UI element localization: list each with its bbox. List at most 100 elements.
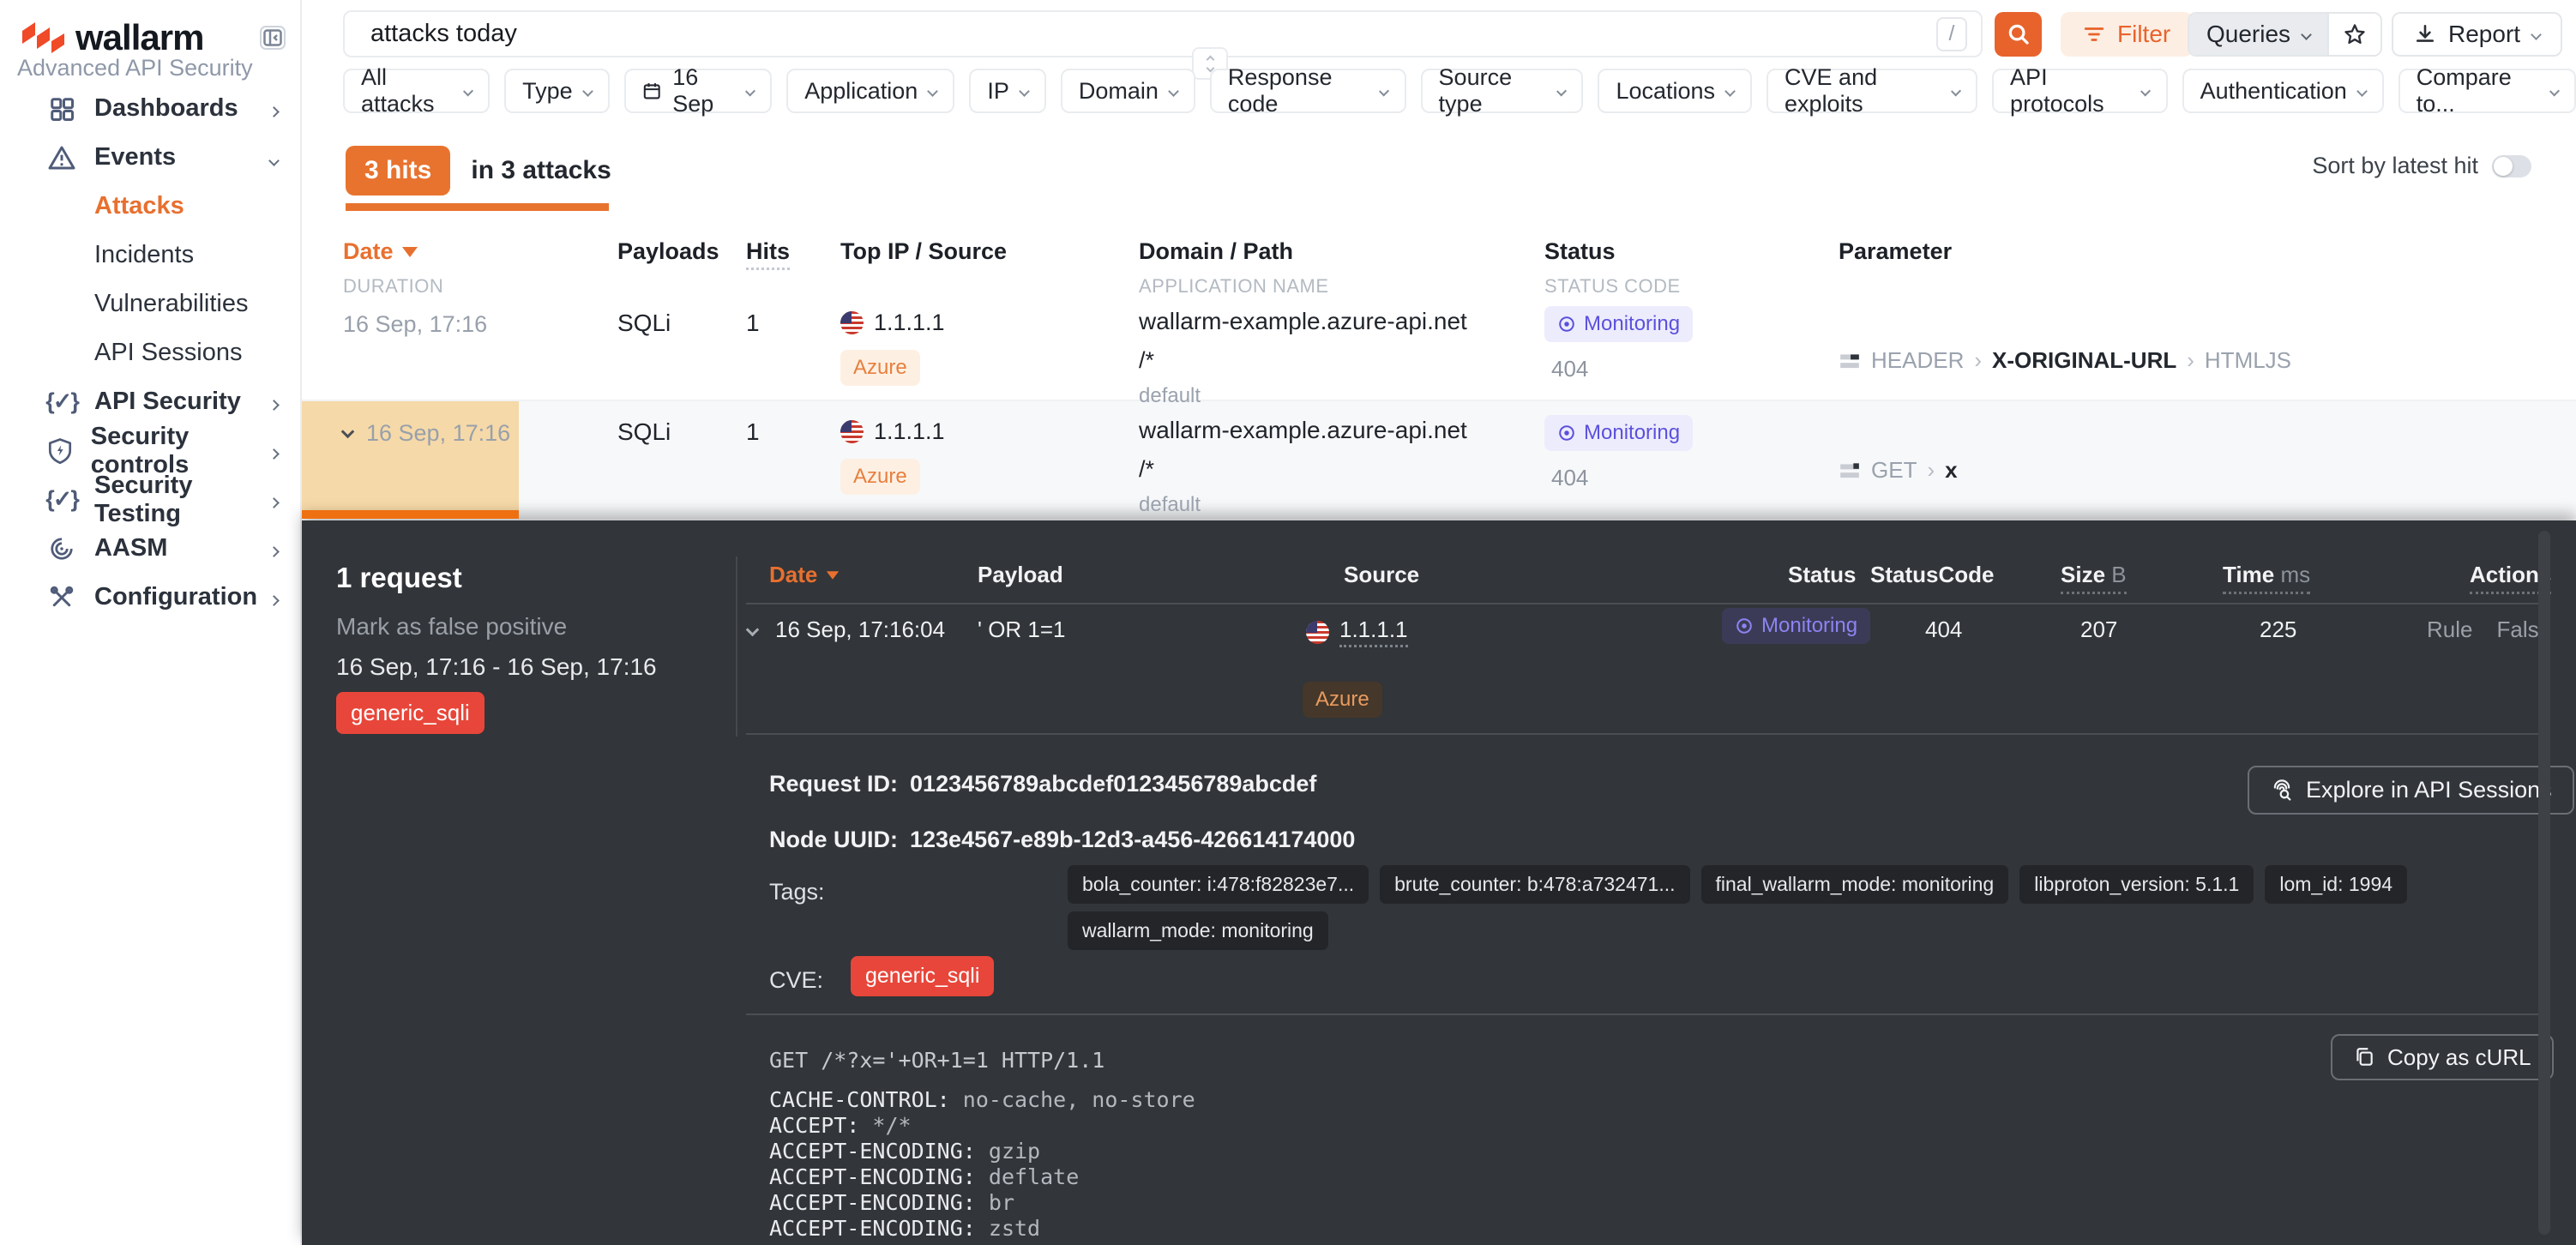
filter-chip-source-type[interactable]: Source type xyxy=(1421,69,1584,113)
filter-chips-row: All attacks Type 16 Sep Application IP D… xyxy=(343,69,2576,113)
filter-chip-type[interactable]: Type xyxy=(504,69,610,113)
sidebar-item-label: Configuration xyxy=(94,583,257,611)
filter-chip-locations[interactable]: Locations xyxy=(1598,69,1752,113)
http-header: ACCEPT-ENCODING: br xyxy=(769,1190,2507,1216)
request-id-line: Request ID:0123456789abcdef0123456789abc… xyxy=(769,771,1316,797)
filter-chip-cve[interactable]: CVE and exploits xyxy=(1766,69,1977,113)
chevron-right-icon xyxy=(270,583,278,611)
parameter-point-icon xyxy=(1839,460,1861,482)
detail-header-divider xyxy=(746,603,2540,604)
attack-hits: 1 xyxy=(746,401,840,519)
monitoring-eye-icon xyxy=(1557,424,1576,442)
application-name: default xyxy=(1139,493,1544,517)
explore-api-sessions-button[interactable]: Explore in API Sessions xyxy=(2248,766,2574,815)
sort-by-latest-hit: Sort by latest hit xyxy=(2312,153,2531,179)
http-header: ACCEPT-ENCODING: zstd xyxy=(769,1216,2507,1242)
status-badge-monitoring[interactable]: Monitoring xyxy=(1544,415,1693,451)
mark-false-positive-link[interactable]: Mark as false positive xyxy=(336,613,567,641)
us-flag-icon xyxy=(1306,621,1329,644)
report-button[interactable]: Report xyxy=(2392,12,2562,57)
sort-toggle[interactable] xyxy=(2492,155,2531,177)
request-status-badge[interactable]: Monitoring xyxy=(1722,608,1870,644)
sidebar-item-vulnerabilities[interactable]: Vulnerabilities xyxy=(0,280,300,328)
filter-chip-date[interactable]: 16 Sep xyxy=(624,69,773,113)
panel-collapse-icon xyxy=(263,29,282,46)
search-input[interactable]: attacks today / xyxy=(343,10,1983,57)
http-header: ACCEPT-LANGUAGE: xyxy=(769,1242,2507,1245)
attack-hits: 1 xyxy=(746,292,840,408)
sidebar-item-aasm[interactable]: AASM xyxy=(0,524,300,573)
request-time: 225 xyxy=(2260,616,2296,643)
column-hits[interactable]: Hits xyxy=(746,238,790,270)
sidebar-item-security-testing[interactable]: {✓} Security Testing xyxy=(0,475,300,524)
attack-row-2-selected[interactable]: 16 Sep, 17:16 SQLi 1 1.1.1.1 Azure walla… xyxy=(302,401,2576,519)
attack-type-tag[interactable]: generic_sqli xyxy=(336,692,485,734)
chevron-right-icon xyxy=(270,94,278,123)
filter-chip-ip[interactable]: IP xyxy=(969,69,1046,113)
sidebar-item-incidents[interactable]: Incidents xyxy=(0,231,300,280)
request-actions: Rule False xyxy=(2427,616,2551,643)
attack-payload-type: SQLi xyxy=(617,292,746,408)
chevron-down-icon xyxy=(270,143,278,171)
source-tag-azure[interactable]: Azure xyxy=(840,350,920,386)
status-badge-monitoring[interactable]: Monitoring xyxy=(1544,306,1693,342)
attack-date: 16 Sep, 17:16 xyxy=(366,420,510,447)
filter-chip-domain[interactable]: Domain xyxy=(1061,69,1195,113)
tag-chip: final_wallarm_mode: monitoring xyxy=(1701,865,2009,904)
tag-chip: wallarm_mode: monitoring xyxy=(1068,911,1328,950)
request-ip[interactable]: 1.1.1.1 xyxy=(1339,616,1408,647)
sidebar-item-label: Security Testing xyxy=(94,472,270,528)
filter-chip-compare-to[interactable]: Compare to... xyxy=(2398,69,2576,113)
star-icon xyxy=(2343,22,2367,46)
detail-column-statuscode: StatusCode xyxy=(1870,562,1994,588)
filter-chip-api-protocols[interactable]: API protocols xyxy=(1992,69,2168,113)
filter-chip-application[interactable]: Application xyxy=(786,69,954,113)
detail-section-divider xyxy=(746,1013,2540,1015)
filter-chip-all-attacks[interactable]: All attacks xyxy=(343,69,490,113)
detail-column-size[interactable]: Size B xyxy=(2061,562,2127,594)
sidebar-item-label: Dashboards xyxy=(94,94,238,123)
favorite-star-button[interactable] xyxy=(2327,14,2380,55)
sort-desc-icon xyxy=(827,571,839,580)
sidebar-item-api-security[interactable]: {✓} API Security xyxy=(0,377,300,426)
tags-list: bola_counter: i:478:f82823e7... brute_co… xyxy=(1068,865,2407,950)
column-domain-path: Domain / Path xyxy=(1139,238,1544,265)
search-button[interactable] xyxy=(1995,12,2042,57)
column-date[interactable]: Date xyxy=(343,238,617,265)
sidebar-item-dashboards[interactable]: Dashboards xyxy=(0,84,300,133)
panel-scrollbar[interactable] xyxy=(2538,531,2550,1235)
warning-triangle-icon xyxy=(46,145,77,171)
filter-chip-authentication[interactable]: Authentication xyxy=(2182,69,2384,113)
queries-button[interactable]: Queries xyxy=(2189,14,2327,55)
requests-count-title: 1 request xyxy=(336,562,462,594)
attack-domain: wallarm-example.azure-api.net xyxy=(1139,308,1544,335)
sidebar-item-api-sessions[interactable]: API Sessions xyxy=(0,328,300,377)
cve-tag[interactable]: generic_sqli xyxy=(851,956,994,996)
filter-chip-response-code[interactable]: Response code xyxy=(1210,69,1406,113)
sidebar-item-label: Events xyxy=(94,143,176,171)
detail-column-date[interactable]: Date xyxy=(769,562,840,588)
param-part: HTMLJS xyxy=(2205,347,2291,374)
sidebar-collapse-button[interactable] xyxy=(260,26,286,50)
detail-column-time[interactable]: Time ms xyxy=(2223,562,2310,594)
source-tag-azure[interactable]: Azure xyxy=(840,459,920,495)
attack-payload-type: SQLi xyxy=(617,401,746,519)
panel-divider-vertical xyxy=(736,556,737,737)
monitoring-eye-icon xyxy=(1735,616,1754,635)
sidebar-item-security-controls[interactable]: Security controls xyxy=(0,426,300,475)
param-part: x xyxy=(1945,457,1957,484)
sidebar-item-attacks[interactable]: Attacks xyxy=(0,182,300,231)
sidebar-item-configuration[interactable]: Configuration xyxy=(0,573,300,622)
collapse-request-icon[interactable] xyxy=(746,623,760,637)
sidebar-item-events[interactable]: Events xyxy=(0,133,300,182)
attack-row-1[interactable]: 16 Sep, 17:16 SQLi 1 1.1.1.1 Azure walla… xyxy=(302,292,2576,401)
calendar-icon xyxy=(642,80,661,102)
filter-button[interactable]: Filter xyxy=(2061,12,2193,57)
detail-column-source: Source xyxy=(1344,562,1419,588)
param-part: X-ORIGINAL-URL xyxy=(1992,347,2176,374)
sort-label: Sort by latest hit xyxy=(2312,153,2478,179)
filter-icon xyxy=(2083,25,2105,44)
collapse-row-icon[interactable] xyxy=(341,425,355,439)
request-source-tag-azure[interactable]: Azure xyxy=(1303,682,1382,718)
action-rule[interactable]: Rule xyxy=(2427,616,2472,643)
